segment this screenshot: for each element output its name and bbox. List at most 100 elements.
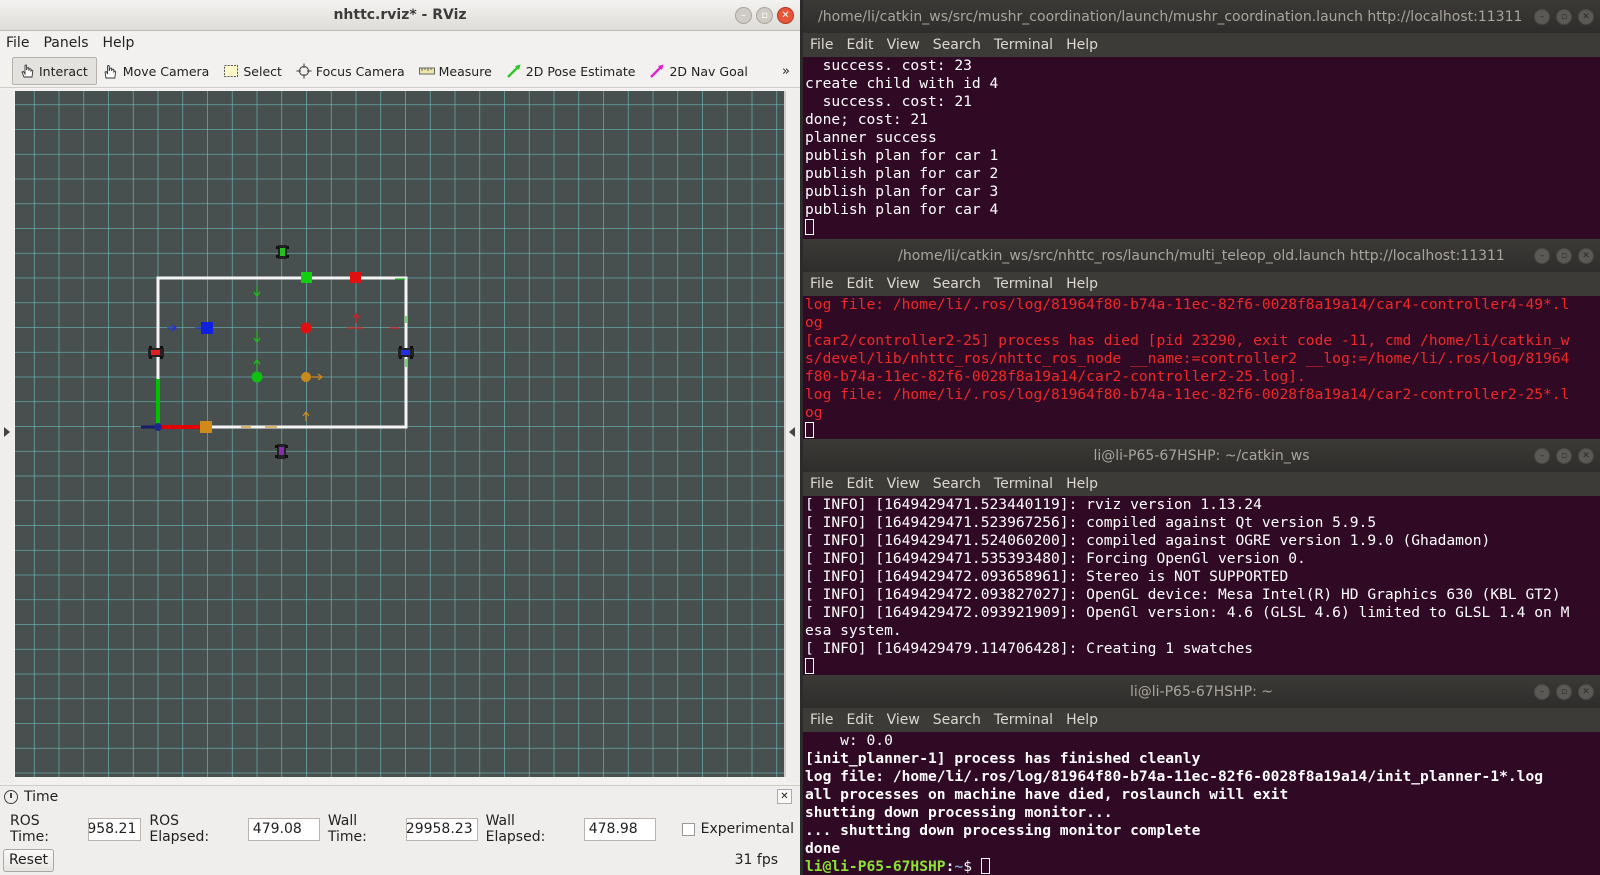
terminal-menu-search[interactable]: Search: [933, 37, 981, 53]
terminal-titlebar[interactable]: li@li-P65-67HSHP: ~ – ▫ ✕: [803, 675, 1600, 708]
tool-select[interactable]: Select: [217, 57, 290, 85]
terminal-menu-help[interactable]: Help: [1066, 276, 1098, 292]
minimize-icon[interactable]: –: [1534, 684, 1550, 700]
terminal-cursor: [805, 422, 814, 438]
select-box-icon: [223, 63, 239, 79]
ros-time-label: ROS Time:: [10, 813, 49, 845]
tool-interact[interactable]: Interact: [12, 57, 97, 85]
terminal-titlebar[interactable]: /home/li/catkin_ws/src/nhttc_ros/launch/…: [803, 239, 1600, 272]
tool-focus-camera[interactable]: Focus Camera: [290, 57, 413, 85]
terminal-menu-file[interactable]: File: [810, 476, 833, 492]
minimize-icon[interactable]: –: [735, 7, 752, 24]
scene-canvas[interactable]: [15, 91, 785, 777]
close-icon[interactable]: ✕: [777, 7, 794, 24]
terminal-menu-search[interactable]: Search: [933, 276, 981, 292]
rviz-window-title: nhttc.rviz* - RViz: [333, 7, 467, 23]
terminal-menu-help[interactable]: Help: [1066, 37, 1098, 53]
maximize-icon[interactable]: ▫: [1556, 248, 1572, 264]
terminal-menu-edit[interactable]: Edit: [846, 37, 873, 53]
rviz-menubar: File Panels Help: [0, 31, 800, 55]
tool-measure[interactable]: Measure: [413, 57, 500, 85]
menu-panels[interactable]: Panels: [43, 35, 88, 51]
wall-elapsed-field[interactable]: 478.98: [583, 817, 656, 841]
terminal-output[interactable]: log file: /home/li/.ros/log/81964f80-b74…: [803, 296, 1600, 439]
rviz-titlebar[interactable]: nhttc.rviz* - RViz – ▫ ✕: [0, 0, 800, 31]
tool-move-camera[interactable]: Move Camera: [97, 57, 218, 85]
terminal-menu-view[interactable]: View: [887, 476, 920, 492]
close-icon[interactable]: ✕: [1578, 9, 1594, 25]
terminal-menu-terminal[interactable]: Terminal: [994, 476, 1053, 492]
terminal-menu-edit[interactable]: Edit: [846, 712, 873, 728]
green-arrow-icon: [506, 63, 522, 79]
terminal-output[interactable]: [ INFO] [1649429471.523440119]: rviz ver…: [803, 496, 1600, 675]
maximize-icon[interactable]: ▫: [1556, 9, 1572, 25]
menu-file[interactable]: File: [6, 35, 29, 51]
terminal-menu-view[interactable]: View: [887, 712, 920, 728]
time-panel-close-icon[interactable]: ✕: [777, 789, 792, 804]
wall-time-field[interactable]: 429958.23: [405, 817, 478, 841]
start-marker-red: [300, 322, 312, 334]
start-marker-orange: [301, 372, 311, 382]
terminal-line: done: [805, 840, 841, 857]
terminal-line: [ INFO] [1649429471.523967256]: compiled…: [805, 514, 1377, 531]
close-icon[interactable]: ✕: [1578, 248, 1594, 264]
terminal-menu-help[interactable]: Help: [1066, 476, 1098, 492]
reset-button[interactable]: Reset: [3, 849, 54, 872]
maximize-icon[interactable]: ▫: [1556, 448, 1572, 464]
ruler-icon: [418, 63, 435, 79]
right-panel-toggle[interactable]: [786, 90, 800, 783]
terminal-line: success. cost: 21: [805, 93, 972, 110]
terminal-menu-terminal[interactable]: Terminal: [994, 276, 1053, 292]
terminal-cursor: [805, 658, 814, 674]
maximize-icon[interactable]: ▫: [756, 7, 773, 24]
terminal-line: [ INFO] [1649429472.093658961]: Stereo i…: [805, 568, 1289, 585]
tool-2d-nav-goal[interactable]: 2D Nav Goal: [643, 57, 755, 85]
experimental-checkbox[interactable]: [681, 822, 695, 836]
terminal-window-2[interactable]: /home/li/catkin_ws/src/nhttc_ros/launch/…: [803, 239, 1600, 439]
terminal-titlebar[interactable]: li@li-P65-67HSHP: ~/catkin_ws – ▫ ✕: [803, 439, 1600, 472]
close-icon[interactable]: ✕: [1578, 684, 1594, 700]
terminal-output[interactable]: w: 0.0 [init_planner-1] process has finis…: [803, 732, 1600, 875]
terminal-menu-edit[interactable]: Edit: [846, 276, 873, 292]
terminal-menu-file[interactable]: File: [810, 276, 833, 292]
close-icon[interactable]: ✕: [1578, 448, 1594, 464]
terminal-line: shutting down processing monitor...: [805, 804, 1113, 821]
3d-view[interactable]: [15, 91, 785, 777]
terminal-menu-file[interactable]: File: [810, 712, 833, 728]
terminal-line: all processes on machine have died, rosl…: [805, 786, 1289, 803]
terminal-line: [ INFO] [1649429472.093921909]: OpenGl v…: [805, 604, 1570, 621]
terminal-title: li@li-P65-67HSHP: ~/catkin_ws: [1093, 447, 1310, 464]
terminal-line: [ INFO] [1649429471.523440119]: rviz ver…: [805, 496, 1262, 513]
terminal-menu-help[interactable]: Help: [1066, 712, 1098, 728]
menu-help[interactable]: Help: [103, 35, 135, 51]
terminal-output[interactable]: success. cost: 23 create child with id 4 …: [803, 57, 1600, 237]
ros-time-field[interactable]: 9958.21: [88, 817, 142, 841]
terminal-window-4[interactable]: li@li-P65-67HSHP: ~ – ▫ ✕ File Edit View Sear…: [803, 675, 1600, 875]
prompt-symbol: $: [963, 858, 972, 875]
terminal-line: f80-b74a-11ec-82f6-0028f8a19a14/car2-con…: [805, 368, 1306, 385]
terminal-menu-view[interactable]: View: [887, 276, 920, 292]
terminal-menu-terminal[interactable]: Terminal: [994, 712, 1053, 728]
toolbar-overflow-button[interactable]: »: [782, 64, 790, 79]
minimize-icon[interactable]: –: [1534, 248, 1550, 264]
terminal-titlebar[interactable]: /home/li/catkin_ws/src/mushr_coordinatio…: [803, 0, 1600, 33]
minimize-icon[interactable]: –: [1534, 448, 1550, 464]
tool-2d-pose-estimate[interactable]: 2D Pose Estimate: [500, 57, 644, 85]
terminal-menu-view[interactable]: View: [887, 37, 920, 53]
terminal-line: success. cost: 23: [805, 57, 972, 74]
car-green: [276, 245, 289, 259]
terminal-line: [ INFO] [1649429471.535393480]: Forcing …: [805, 550, 1306, 567]
terminal-line: publish plan for car 2: [805, 165, 999, 182]
left-panel-toggle[interactable]: [0, 90, 14, 783]
minimize-icon[interactable]: –: [1534, 9, 1550, 25]
terminal-menu-terminal[interactable]: Terminal: [994, 37, 1053, 53]
ros-elapsed-field[interactable]: 479.08: [247, 817, 320, 841]
terminal-window-1[interactable]: /home/li/catkin_ws/src/mushr_coordinatio…: [803, 0, 1600, 239]
terminal-menu-search[interactable]: Search: [933, 476, 981, 492]
tool-label: Move Camera: [122, 63, 210, 79]
terminal-menu-file[interactable]: File: [810, 37, 833, 53]
terminal-window-3[interactable]: li@li-P65-67HSHP: ~/catkin_ws – ▫ ✕ File Ed…: [803, 439, 1600, 675]
maximize-icon[interactable]: ▫: [1556, 684, 1572, 700]
terminal-menu-edit[interactable]: Edit: [846, 476, 873, 492]
terminal-menu-search[interactable]: Search: [933, 712, 981, 728]
